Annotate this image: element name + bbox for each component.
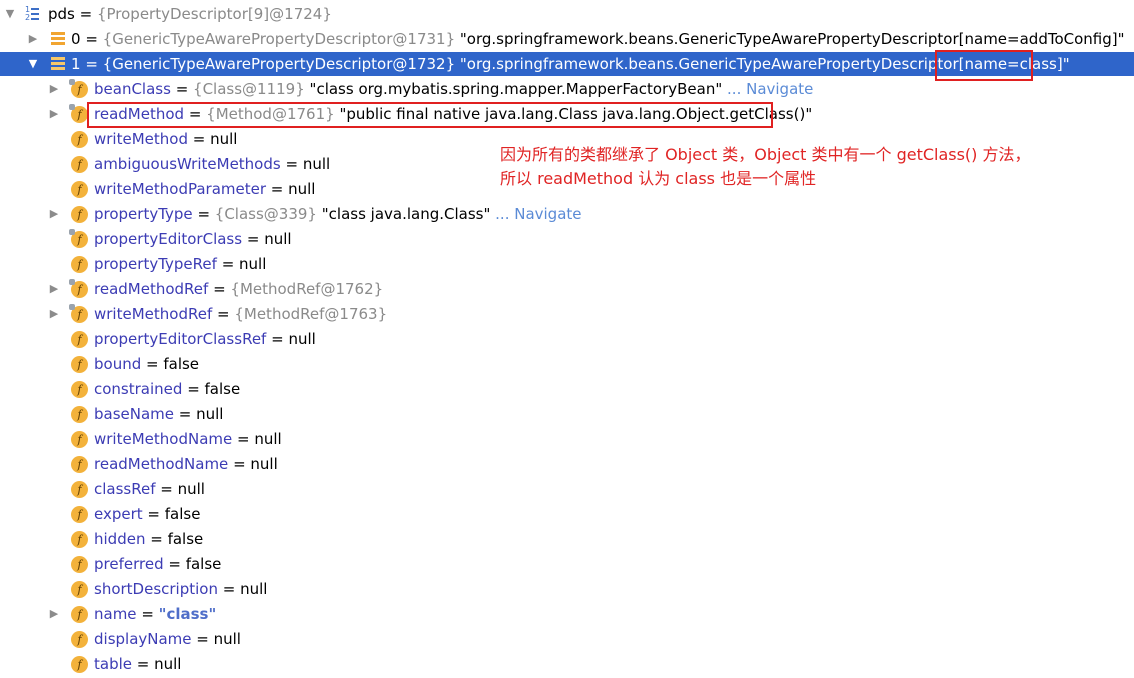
- chevron-right-icon[interactable]: ▶: [48, 83, 60, 95]
- field-icon: f: [69, 229, 88, 248]
- chevron-right-icon[interactable]: ▶: [48, 308, 60, 320]
- highlight-box-name-class: [935, 50, 1033, 81]
- field-icon: f: [71, 531, 88, 548]
- tree-row-field[interactable]: ▶ f readMethodRef = {MethodRef@1762}: [0, 277, 1134, 302]
- tree-row-field[interactable]: ▶ f writeMethodRef = {MethodRef@1763}: [0, 302, 1134, 327]
- tree-row-pds[interactable]: ▼ 12 pds = {PropertyDescriptor[9]@1724}: [0, 2, 1134, 27]
- chevron-right-icon[interactable]: ▶: [27, 33, 39, 45]
- tree-row-field[interactable]: f displayName = null: [0, 627, 1134, 652]
- tree-row-field[interactable]: f propertyEditorClass = null: [0, 227, 1134, 252]
- tree-row-field[interactable]: f expert = false: [0, 502, 1134, 527]
- field-icon: f: [69, 279, 88, 298]
- annotation-line-1: 因为所有的类都继承了 Object 类，Object 类中有一个 getClas…: [500, 145, 1031, 164]
- field-icon: f: [71, 206, 88, 223]
- field-icon: f: [71, 406, 88, 423]
- field-icon: f: [69, 79, 88, 98]
- tree-row-field[interactable]: f readMethodName = null: [0, 452, 1134, 477]
- field-icon: f: [71, 606, 88, 623]
- tree-row-item-0[interactable]: ▶ 0 = {GenericTypeAwarePropertyDescripto…: [0, 27, 1134, 52]
- var-name: pds: [48, 5, 75, 23]
- field-icon: f: [69, 304, 88, 323]
- tree-row-field[interactable]: f classRef = null: [0, 477, 1134, 502]
- field-icon: f: [71, 556, 88, 573]
- chevron-right-icon[interactable]: ▶: [48, 108, 60, 120]
- field-icon: f: [71, 456, 88, 473]
- chevron-down-icon[interactable]: ▼: [27, 58, 39, 70]
- field-icon: f: [71, 431, 88, 448]
- var-type-ref: {PropertyDescriptor[9]@1724}: [96, 5, 332, 23]
- tree-row-field[interactable]: f writeMethodName = null: [0, 427, 1134, 452]
- chevron-right-icon[interactable]: ▶: [48, 608, 60, 620]
- tree-row-field[interactable]: f bound = false: [0, 352, 1134, 377]
- chevron-right-icon[interactable]: ▶: [48, 208, 60, 220]
- tree-row-field[interactable]: f shortDescription = null: [0, 577, 1134, 602]
- field-icon: f: [69, 104, 88, 123]
- tree-row-field[interactable]: f propertyEditorClassRef = null: [0, 327, 1134, 352]
- tree-row-field[interactable]: ▶ f name = "class": [0, 602, 1134, 627]
- field-icon: f: [71, 581, 88, 598]
- field-icon: f: [71, 381, 88, 398]
- field-icon: f: [71, 256, 88, 273]
- field-icon: f: [71, 331, 88, 348]
- array-element-icon: [51, 57, 65, 71]
- tree-row-field[interactable]: f constrained = false: [0, 377, 1134, 402]
- tree-row-field[interactable]: f baseName = null: [0, 402, 1134, 427]
- field-icon: f: [71, 656, 88, 673]
- navigate-link[interactable]: ... Navigate: [495, 205, 581, 223]
- tree-row-field[interactable]: f hidden = false: [0, 527, 1134, 552]
- field-icon: f: [71, 506, 88, 523]
- field-icon: f: [71, 631, 88, 648]
- annotation-line-2: 所以 readMethod 认为 class 也是一个属性: [500, 169, 817, 188]
- chevron-down-icon[interactable]: ▼: [4, 8, 16, 20]
- watch-list-icon: 12: [25, 6, 41, 23]
- field-icon: f: [71, 131, 88, 148]
- tree-row-field[interactable]: f table = null: [0, 652, 1134, 677]
- field-icon: f: [71, 356, 88, 373]
- chevron-right-icon[interactable]: ▶: [48, 283, 60, 295]
- field-icon: f: [71, 156, 88, 173]
- tree-row-field[interactable]: ▶ f propertyType = {Class@339} "class ja…: [0, 202, 1134, 227]
- highlight-box-readmethod: [87, 102, 773, 128]
- array-element-icon: [51, 32, 65, 46]
- navigate-link[interactable]: ... Navigate: [727, 80, 813, 98]
- annotation-note: 因为所有的类都继承了 Object 类，Object 类中有一个 getClas…: [500, 143, 1031, 191]
- field-icon: f: [71, 181, 88, 198]
- tree-row-field[interactable]: f preferred = false: [0, 552, 1134, 577]
- field-icon: f: [71, 481, 88, 498]
- tree-row-field[interactable]: f propertyTypeRef = null: [0, 252, 1134, 277]
